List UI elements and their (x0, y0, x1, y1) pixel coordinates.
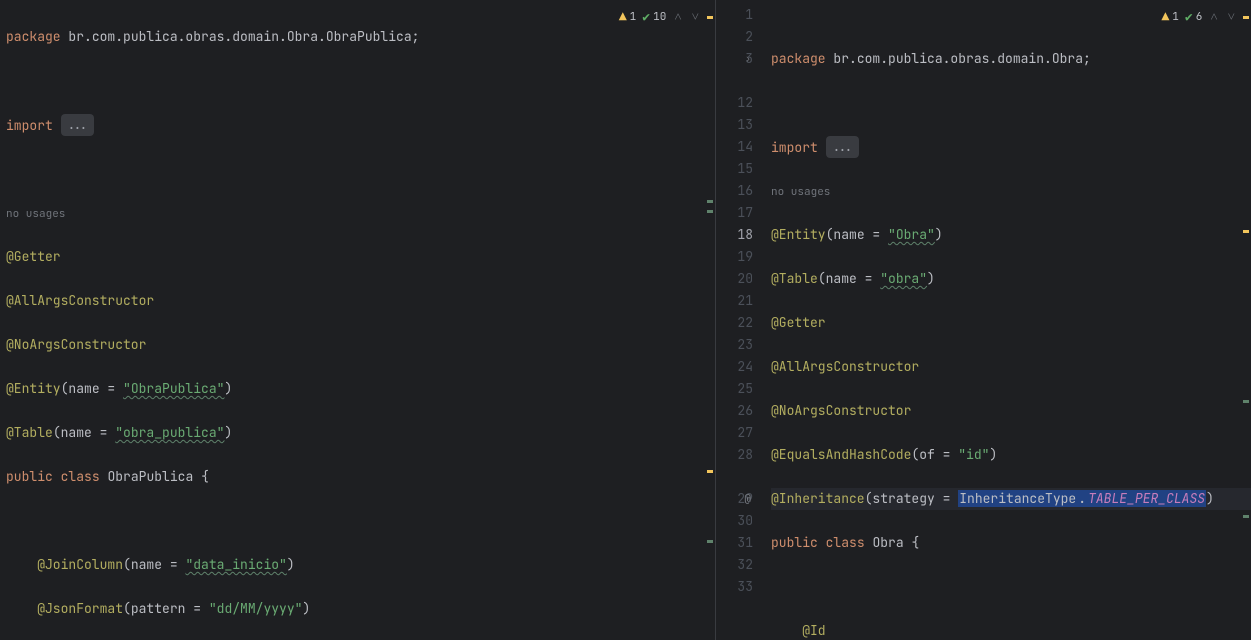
chevron-down-icon[interactable]: ˅ (1226, 6, 1237, 28)
warning-icon: ▲ (1161, 6, 1169, 28)
fold-indicator[interactable]: ... (826, 136, 860, 158)
right-editor-pane: 123›121314151617181920212223242526272829… (716, 0, 1251, 640)
right-gutter[interactable]: 123›121314151617181920212223242526272829… (716, 0, 771, 640)
left-code-area[interactable]: package br.com.publica.obras.domain.Obra… (0, 0, 715, 640)
override-gutter-icon[interactable]: @ (744, 488, 751, 510)
left-marker-strip[interactable] (705, 0, 715, 640)
right-code-area[interactable]: ▲1 ✔6 ˄ ˅ package br.com.publica.obras.d… (771, 0, 1251, 640)
ok-count[interactable]: ✔10 (642, 6, 666, 28)
warning-icon: ▲ (619, 6, 627, 28)
chevron-up-icon[interactable]: ˄ (1208, 6, 1219, 28)
warning-count[interactable]: ▲1 (1161, 6, 1178, 28)
chevron-down-icon[interactable]: ˅ (690, 6, 701, 28)
expand-icon[interactable]: › (745, 48, 751, 70)
inspections-widget[interactable]: ▲1 ✔6 ˄ ˅ (1157, 4, 1241, 30)
check-icon: ✔ (1185, 6, 1193, 28)
chevron-up-icon[interactable]: ˄ (672, 6, 683, 28)
right-marker-strip[interactable] (1241, 0, 1251, 640)
inspections-widget[interactable]: ▲1 ✔10 ˄ ˅ (615, 4, 705, 30)
usages-hint[interactable]: no usages (6, 207, 65, 221)
usages-hint[interactable]: no usages (771, 185, 830, 199)
warning-count[interactable]: ▲1 (619, 6, 636, 28)
check-icon: ✔ (642, 6, 650, 28)
fold-indicator[interactable]: ... (61, 114, 95, 136)
left-editor-pane: ▲1 ✔10 ˄ ˅ package br.com.publica.obras.… (0, 0, 716, 640)
ok-count[interactable]: ✔6 (1185, 6, 1202, 28)
